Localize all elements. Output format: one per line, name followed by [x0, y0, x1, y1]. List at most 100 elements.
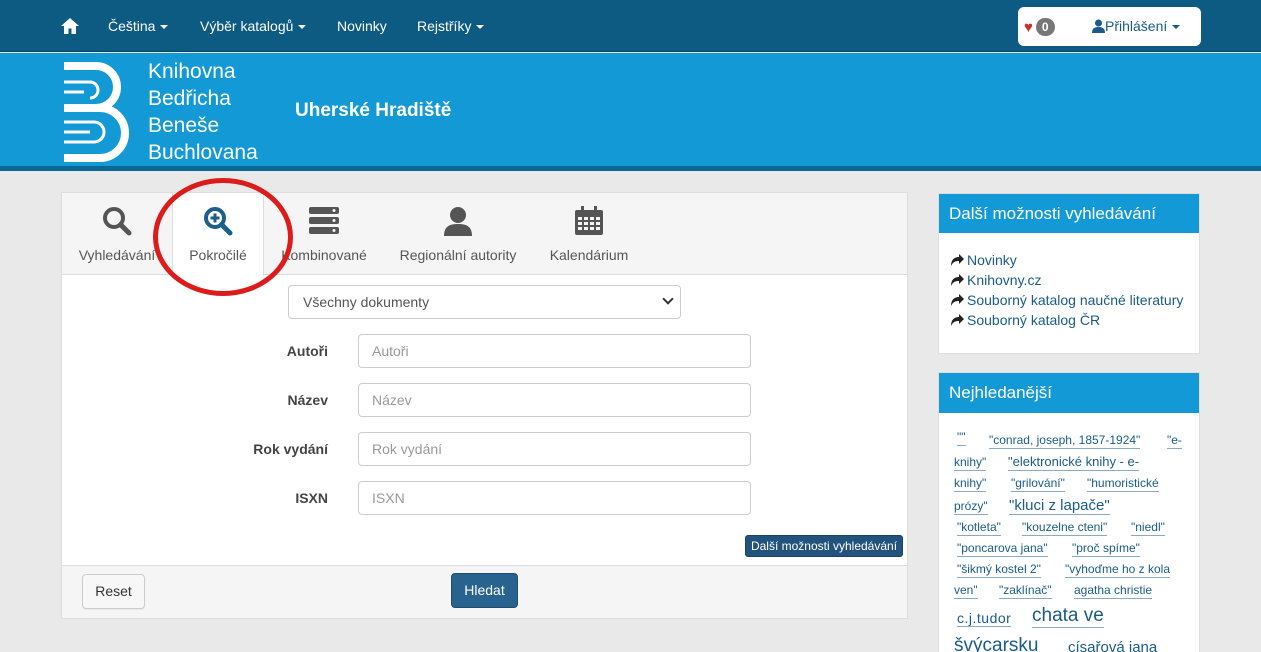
tag-link[interactable]: "poncarova jana" [957, 541, 1048, 557]
more-search-options-title: Další možnosti vyhledávání [939, 194, 1199, 233]
tag-link[interactable]: "niedl" [1131, 520, 1165, 536]
tag-link[interactable]: "zaklínač" [999, 583, 1052, 599]
chevron-down-icon [298, 25, 307, 30]
tag-link[interactable]: c.j.tudor [957, 610, 1012, 628]
city-title: Uherské Hradiště [295, 100, 452, 121]
isxn-label: ISXN [295, 490, 328, 506]
search-panel: Vyhledávání Pokročilé Kombinované Region… [61, 192, 908, 619]
tab-search[interactable]: Vyhledávání [62, 193, 172, 275]
tab-regional-authorities[interactable]: Regionální autority [392, 193, 524, 275]
document-type-select[interactable]: Všechny dokumenty [288, 285, 681, 319]
login-menu[interactable]: Přihlášení [1092, 7, 1181, 46]
form-footer: Reset Hledat [62, 565, 907, 618]
tag-link[interactable]: švýcarsku [954, 635, 1038, 652]
catalog-label: Výběr katalogů [200, 18, 294, 34]
isxn-input[interactable] [358, 481, 751, 515]
registers-label: Rejstříky [417, 18, 472, 34]
heart-icon: ♥ [1024, 19, 1033, 36]
top-navbar: Čeština Výběr katalogů Novinky Rejstříky… [0, 0, 1261, 52]
user-box: ♥ 0 Přihlášení [1018, 7, 1201, 46]
chevron-down-icon [160, 25, 169, 30]
chevron-down-icon [476, 25, 485, 30]
tab-calendar[interactable]: Kalendárium [543, 193, 635, 275]
tag-link[interactable]: ven" [954, 583, 978, 599]
library-name-line: Beneše [148, 114, 220, 137]
authors-label: Autoři [286, 343, 328, 359]
sidebar-link-label: Knihovny.cz [967, 272, 1042, 288]
title-label: Název [287, 392, 328, 408]
share-arrow-icon [951, 274, 964, 286]
catalog-menu[interactable]: Výběr katalogů [200, 0, 307, 52]
language-label: Čeština [108, 18, 156, 34]
more-search-options-box: Další možnosti vyhledávání Novinky Kniho… [938, 193, 1200, 354]
library-name-line: Buchlovana [148, 141, 258, 164]
tab-label: Pokročilé [189, 247, 247, 263]
tag-link[interactable]: agatha christie [1074, 583, 1153, 599]
share-arrow-icon [951, 294, 964, 306]
document-type-value: Všechny dokumenty [303, 294, 430, 310]
home-icon[interactable] [60, 16, 80, 36]
more-search-options-list: Novinky Knihovny.cz Souborný katalog nau… [951, 250, 1183, 330]
tab-combined[interactable]: Kombinované [274, 193, 374, 275]
banner-divider [0, 166, 1261, 171]
chevron-down-icon [1172, 25, 1181, 30]
tag-link[interactable]: knihy" [954, 476, 987, 492]
calendar-icon [575, 206, 603, 235]
share-arrow-icon [951, 314, 964, 326]
registers-menu[interactable]: Rejstříky [417, 0, 485, 52]
year-input[interactable] [358, 432, 751, 466]
tag-link[interactable]: císařová jana [1068, 639, 1157, 652]
tab-label: Vyhledávání [78, 247, 156, 263]
tag-link[interactable]: "" [957, 430, 966, 446]
library-name-line: Knihovna [148, 60, 236, 83]
language-menu[interactable]: Čeština [108, 0, 169, 52]
tab-advanced[interactable]: Pokročilé [172, 193, 264, 276]
news-link[interactable]: Novinky [337, 0, 387, 52]
favorites-count-badge: 0 [1035, 18, 1055, 36]
tag-link[interactable]: "kluci z lapače" [1009, 497, 1110, 516]
sidebar-link-label: Novinky [967, 252, 1017, 268]
library-name-line: Bedřicha [148, 87, 231, 110]
login-label: Přihlášení [1105, 18, 1168, 34]
search-plus-icon [204, 207, 233, 236]
tag-link[interactable]: "proč spíme" [1072, 541, 1140, 557]
tag-link[interactable]: "humoristické [1087, 476, 1159, 492]
more-options-button[interactable]: Další možnosti vyhledávání [745, 535, 903, 557]
server-icon [309, 207, 339, 234]
tag-link[interactable]: "e- [1167, 433, 1182, 449]
tag-link[interactable]: "šikmý kostel 2" [957, 562, 1041, 578]
tag-link[interactable]: "conrad, joseph, 1857-1924" [989, 433, 1141, 449]
tag-link[interactable]: "kouzelne cteni" [1022, 520, 1108, 536]
sidebar-link-label: Souborný katalog naučné literatury [967, 292, 1184, 308]
tag-link[interactable]: "kotleta" [957, 520, 1001, 536]
search-button[interactable]: Hledat [451, 573, 518, 608]
chevron-down-icon [662, 293, 674, 305]
library-name: Knihovna Bedřicha Beneše Buchlovana [148, 58, 258, 166]
favorites-button[interactable]: ♥ 0 [1024, 17, 1055, 37]
sidebar-link-knihovny[interactable]: Knihovny.cz [951, 270, 1183, 290]
sidebar-link-catalog-nonfiction[interactable]: Souborný katalog naučné literatury [951, 290, 1183, 310]
year-label: Rok vydání [253, 441, 328, 457]
tag-link[interactable]: "vyhoďme ho z kola [1065, 562, 1171, 578]
tag-link[interactable]: chata ve [1032, 605, 1104, 628]
authors-input[interactable] [358, 334, 751, 368]
tag-link[interactable]: "grilování" [1011, 476, 1065, 492]
user-icon [444, 207, 472, 236]
title-input[interactable] [358, 383, 751, 417]
share-arrow-icon [951, 254, 964, 266]
tab-label: Kalendárium [549, 247, 629, 263]
most-searched-title: Nejhledanější [939, 373, 1199, 413]
tag-link[interactable]: prózy" [954, 499, 988, 515]
most-searched-box: Nejhledanější "" "conrad, joseph, 1857-1… [938, 372, 1200, 652]
tab-label: Regionální autority [399, 247, 517, 263]
tab-label: Kombinované [281, 247, 367, 263]
tag-link[interactable]: knihy" [954, 455, 987, 471]
search-tabs: Vyhledávání Pokročilé Kombinované Region… [62, 193, 907, 276]
tag-link[interactable]: "elektronické knihy - e- [1008, 454, 1140, 471]
sidebar-link-catalog-cr[interactable]: Souborný katalog ČR [951, 310, 1183, 330]
user-icon [1092, 19, 1105, 33]
sidebar-link-label: Souborný katalog ČR [967, 312, 1101, 328]
sidebar-link-news[interactable]: Novinky [951, 250, 1183, 270]
reset-button[interactable]: Reset [82, 574, 145, 609]
library-logo[interactable] [60, 62, 136, 162]
